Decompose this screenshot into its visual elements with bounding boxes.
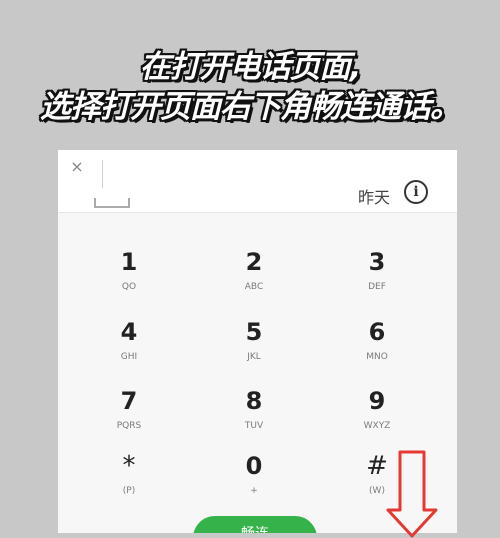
key-8[interactable]: 8 TUV bbox=[199, 387, 309, 447]
key-letters: DEF bbox=[368, 282, 386, 292]
key-digit: 6 bbox=[368, 318, 386, 346]
key-star[interactable]: * (P) bbox=[74, 452, 184, 512]
number-input-cursor bbox=[102, 160, 103, 188]
instruction-caption-line-2: 选择打开页面右下角畅连通话。 bbox=[40, 89, 461, 125]
key-letters: WXYZ bbox=[363, 421, 391, 431]
key-letters: JKL bbox=[247, 352, 261, 362]
key-letters: QO bbox=[121, 282, 137, 292]
key-digit: 5 bbox=[245, 318, 263, 346]
key-7[interactable]: 7 PQRS bbox=[74, 387, 184, 447]
changlian-call-button[interactable]: 畅连 bbox=[193, 516, 317, 533]
key-digit: 1 bbox=[120, 248, 138, 276]
dialer-header: × 昨天 i bbox=[58, 150, 457, 213]
key-letters: PQRS bbox=[116, 421, 142, 431]
key-0[interactable]: 0 + bbox=[199, 452, 309, 512]
key-3[interactable]: 3 DEF bbox=[322, 248, 432, 308]
key-digit: 2 bbox=[245, 248, 263, 276]
instruction-caption-line-1: 在打开电话页面, bbox=[139, 49, 362, 85]
key-digit: 8 bbox=[245, 387, 263, 415]
down-arrow-icon bbox=[386, 450, 438, 538]
key-5[interactable]: 5 JKL bbox=[199, 318, 309, 378]
key-9[interactable]: 9 WXYZ bbox=[322, 387, 432, 447]
key-digit: 0 bbox=[245, 452, 263, 480]
key-letters: MNO bbox=[366, 352, 388, 362]
key-digit: * bbox=[122, 451, 136, 481]
info-icon[interactable]: i bbox=[404, 180, 428, 204]
key-digit: 7 bbox=[120, 387, 138, 415]
key-letters: TUV bbox=[244, 421, 264, 431]
key-1[interactable]: 1 QO bbox=[74, 248, 184, 308]
backspace-icon[interactable] bbox=[94, 198, 130, 208]
close-icon[interactable]: × bbox=[66, 156, 88, 178]
key-letters: (P) bbox=[122, 486, 136, 496]
more-options-icon[interactable]: ... bbox=[120, 522, 138, 533]
key-digit: 3 bbox=[368, 248, 386, 276]
key-6[interactable]: 6 MNO bbox=[322, 318, 432, 378]
key-4[interactable]: 4 GHI bbox=[74, 318, 184, 378]
key-digit: 9 bbox=[368, 387, 386, 415]
key-2[interactable]: 2 ABC bbox=[199, 248, 309, 308]
recent-call-label[interactable]: 昨天 bbox=[358, 184, 390, 208]
call-button-label: 畅连 bbox=[241, 526, 269, 533]
key-letters: ABC bbox=[244, 282, 264, 292]
key-letters: + bbox=[250, 486, 258, 496]
key-digit: 4 bbox=[120, 318, 138, 346]
key-letters: GHI bbox=[120, 352, 138, 362]
